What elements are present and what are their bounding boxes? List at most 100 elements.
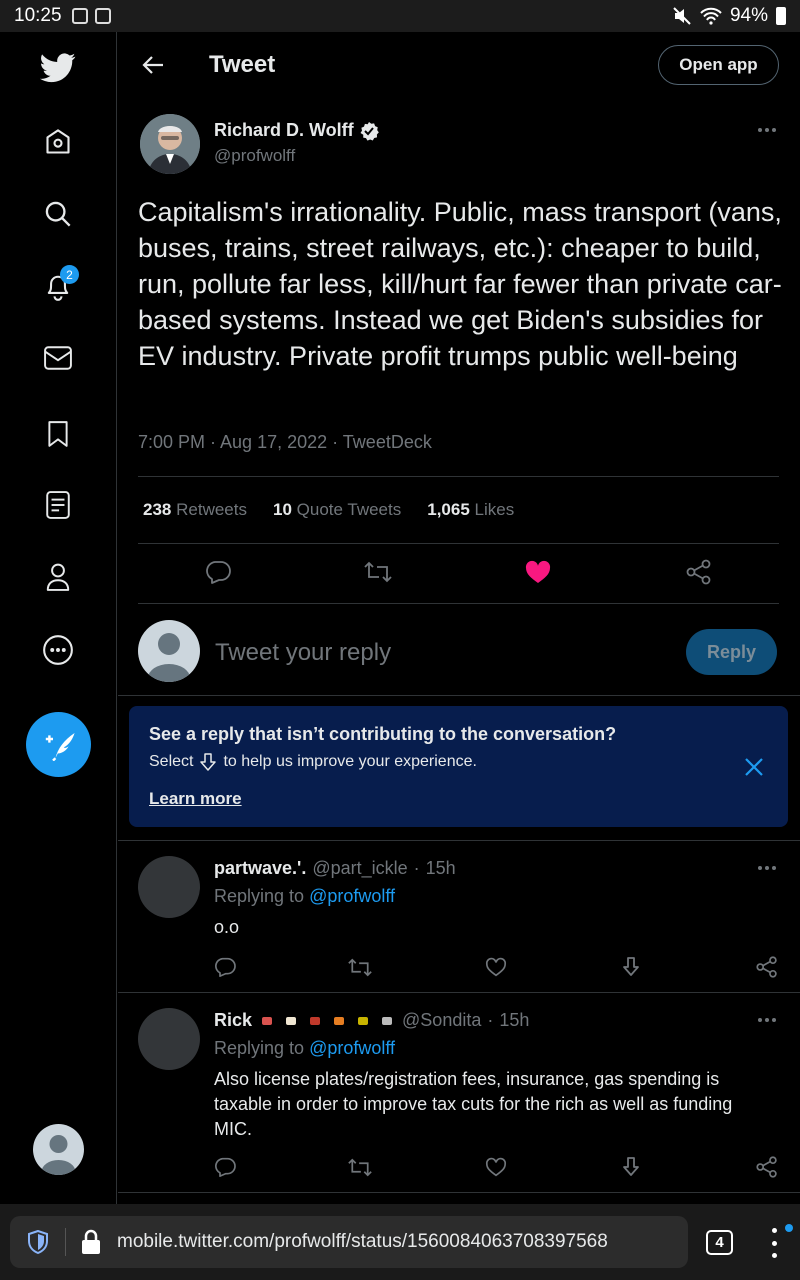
divider	[138, 603, 779, 604]
close-icon[interactable]	[741, 754, 767, 780]
reply-time[interactable]: 15h	[426, 858, 456, 879]
tweet-more-icon[interactable]	[755, 118, 779, 142]
battery-icon	[776, 7, 786, 25]
mute-icon	[673, 7, 691, 25]
reply-header: partwave.'. @part_ickle · 15h	[214, 858, 456, 879]
search-icon[interactable]	[40, 196, 76, 232]
divider	[118, 1192, 800, 1193]
downvote-icon[interactable]	[616, 1152, 646, 1182]
more-options-circle-icon[interactable]	[40, 632, 76, 668]
messages-envelope-icon[interactable]	[40, 340, 76, 376]
status-time: 10:25	[14, 5, 62, 26]
replying-to-label: Replying to	[214, 886, 305, 906]
tab-count-button[interactable]: 4	[706, 1230, 733, 1255]
divider	[118, 695, 800, 696]
reply-time[interactable]: 15h	[499, 1010, 529, 1031]
screenshot-icon	[71, 8, 88, 24]
emoji-icon	[262, 1016, 273, 1025]
notice-title: See a reply that isn’t contributing to t…	[149, 724, 617, 744]
reply-button[interactable]: Reply	[686, 629, 777, 675]
reply-input[interactable]	[215, 635, 655, 671]
reply-author-name[interactable]: partwave.'.	[214, 858, 306, 879]
likes-count: 1,065	[427, 500, 470, 519]
tweet-timestamp[interactable]: 7:00 PM · Aug 17, 2022 · TweetDeck	[138, 432, 432, 453]
twitter-logo-icon[interactable]	[40, 50, 76, 86]
like-heart-icon[interactable]	[523, 557, 553, 587]
name-emoji-icons	[262, 1016, 393, 1025]
retweet-icon[interactable]	[345, 1152, 375, 1182]
reply-more-icon[interactable]	[755, 856, 779, 880]
share-icon[interactable]	[752, 952, 782, 982]
reply-author-avatar[interactable]	[138, 856, 200, 918]
profile-icon[interactable]	[40, 559, 76, 595]
tweet-detail: Tweet Open app Richard D. Wolff @profwol…	[118, 32, 800, 1204]
share-icon[interactable]	[684, 557, 714, 587]
author-name-text: Richard D. Wolff	[214, 120, 354, 140]
bookmarks-icon[interactable]	[40, 416, 76, 452]
emoji-icon	[358, 1016, 369, 1025]
reply-feedback-notice: See a reply that isn’t contributing to t…	[129, 706, 788, 827]
author-handle[interactable]: @profwolff	[214, 146, 295, 166]
feather-plus-icon	[45, 732, 75, 761]
reply-author-handle[interactable]: @part_ickle	[312, 858, 407, 879]
like-heart-outline-icon[interactable]	[481, 1152, 511, 1182]
emoji-icon	[334, 1016, 345, 1025]
browser-menu-icon[interactable]	[764, 1228, 784, 1258]
retweet-icon[interactable]	[363, 557, 393, 587]
emoji-icon	[286, 1016, 297, 1025]
address-bar[interactable]: mobile.twitter.com/profwolff/status/1560…	[10, 1216, 688, 1268]
learn-more-link[interactable]: Learn more	[149, 789, 242, 809]
separator-dot: ·	[413, 858, 420, 878]
retweets-stat[interactable]: 238 Retweets	[143, 500, 247, 520]
checkbox-notification-icon	[94, 8, 111, 24]
reply-more-icon[interactable]	[755, 1008, 779, 1032]
page-title: Tweet	[209, 51, 276, 78]
back-arrow-icon[interactable]	[138, 50, 168, 80]
retweets-count: 238	[143, 500, 172, 519]
lock-icon[interactable]	[80, 1229, 102, 1255]
share-icon[interactable]	[752, 1152, 782, 1182]
emoji-icon	[382, 1016, 393, 1025]
reply-tweet[interactable]: partwave.'. @part_ickle · 15h Replying t…	[118, 840, 800, 992]
open-app-button[interactable]: Open app	[658, 45, 779, 85]
menu-notification-dot	[785, 1224, 793, 1232]
author-avatar[interactable]	[140, 114, 200, 174]
retweets-label: Retweets	[176, 500, 247, 519]
reply-text: o.o	[214, 917, 240, 937]
browser-toolbar: mobile.twitter.com/profwolff/status/1560…	[0, 1204, 800, 1280]
reply-icon[interactable]	[203, 557, 233, 587]
quote-tweets-count: 10	[272, 500, 292, 519]
replying-to: Replying to @profwolff	[214, 886, 395, 907]
notice-body-after: to help us improve your experience.	[223, 753, 477, 770]
reply-author-name[interactable]: Rick	[214, 1010, 252, 1031]
reply-tweet[interactable]: Rick @Sondita · 15h Replying to @profwol…	[118, 992, 800, 1192]
notice-body-before: Select	[149, 753, 194, 770]
divider	[138, 476, 779, 477]
reply-author-avatar[interactable]	[138, 1008, 200, 1070]
url-text[interactable]: mobile.twitter.com/profwolff/status/1560…	[117, 1231, 608, 1253]
quote-tweets-stat[interactable]: 10 Quote Tweets	[273, 500, 401, 520]
reply-icon[interactable]	[210, 952, 240, 982]
shield-icon[interactable]	[26, 1230, 50, 1254]
status-bar: 10:25 94%	[0, 0, 800, 32]
author-name[interactable]: Richard D. Wolff	[214, 120, 379, 141]
home-icon[interactable]	[40, 124, 76, 160]
retweet-icon[interactable]	[345, 952, 375, 982]
compose-tweet-button[interactable]	[26, 712, 91, 777]
tweet-text: Capitalism's irrationality. Public, mass…	[138, 197, 782, 371]
replying-to: Replying to @profwolff	[214, 1038, 395, 1059]
notice-body: Select to help us improve your experienc…	[149, 753, 477, 771]
reply-icon[interactable]	[210, 1152, 240, 1182]
downvote-icon[interactable]	[616, 952, 646, 982]
like-heart-outline-icon[interactable]	[481, 952, 511, 982]
replying-to-handle[interactable]: @profwolff	[309, 886, 395, 906]
replying-to-handle[interactable]: @profwolff	[309, 1038, 395, 1058]
account-avatar[interactable]	[33, 1124, 84, 1175]
battery-percent: 94%	[729, 5, 768, 26]
reply-author-handle[interactable]: @Sondita	[402, 1010, 481, 1031]
likes-stat[interactable]: 1,065 Likes	[427, 500, 514, 520]
replying-to-label: Replying to	[214, 1038, 305, 1058]
emoji-icon	[310, 1016, 321, 1025]
reply-avatar	[138, 620, 200, 682]
lists-icon[interactable]	[40, 487, 76, 523]
